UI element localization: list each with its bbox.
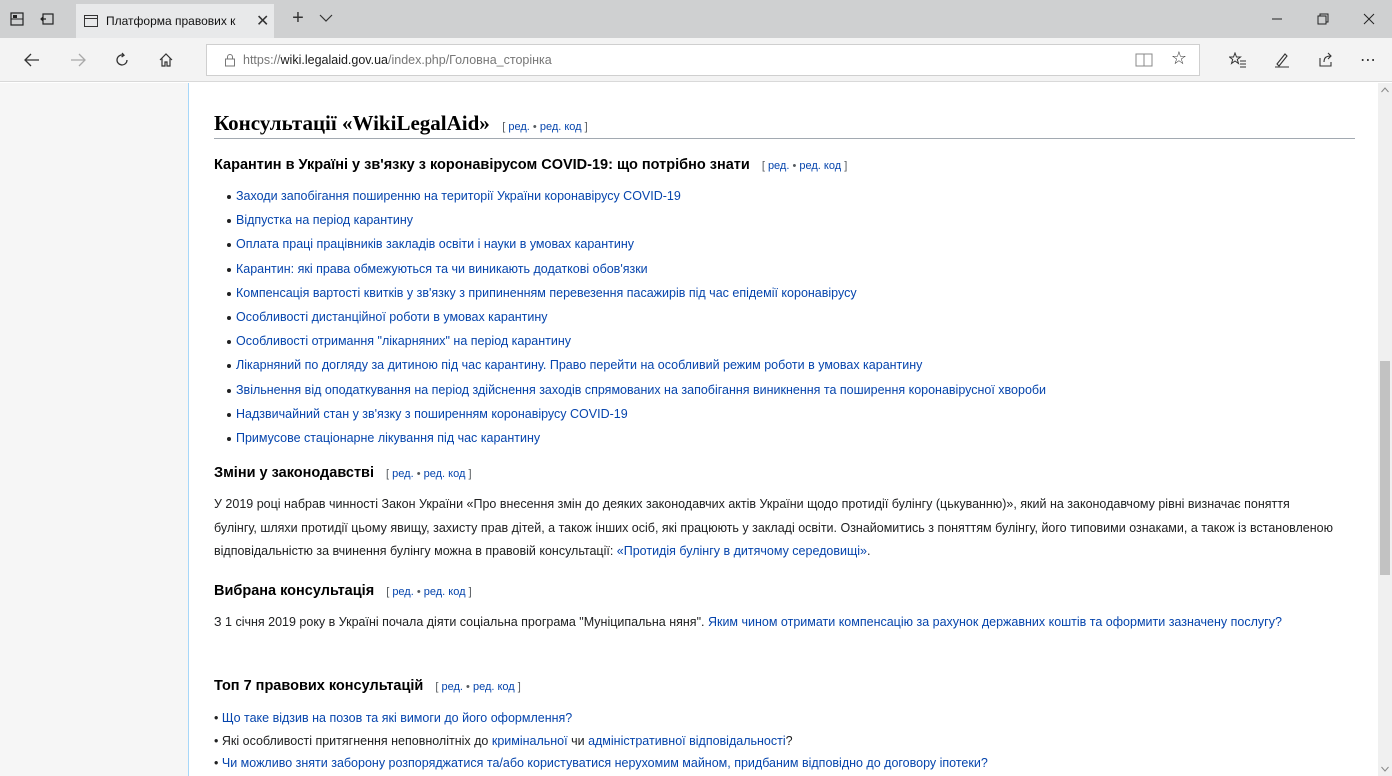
edit-section-links: [ ред. • ред. код ]	[435, 681, 521, 693]
consultation-link[interactable]: Особливості дистанційної роботи в умовах…	[236, 310, 548, 324]
edit-source-link[interactable]: ред. код	[540, 121, 582, 133]
bullying-consultation-link[interactable]: «Протидія булінгу в дитячому середовищі»	[617, 544, 867, 558]
pen-icon[interactable]	[1264, 44, 1300, 76]
title-bar: Платформа правових к ✕ +	[0, 0, 1392, 38]
legislation-paragraph: У 2019 році набрав чинності Закон Україн…	[214, 497, 1333, 558]
administrative-liability-link[interactable]: адміністративної відповідальності	[588, 734, 786, 748]
edit-link[interactable]: ред.	[508, 121, 529, 133]
home-icon[interactable]	[150, 44, 182, 76]
top7-heading: Топ 7 правових консультацій [ ред. • ред…	[214, 678, 521, 694]
consultation-link[interactable]: Компенсація вартості квитків у зв'язку з…	[236, 286, 857, 300]
list-item: Особливості дистанційної роботи в умовах…	[227, 305, 1046, 329]
scrollbar-thumb[interactable]	[1380, 361, 1390, 575]
share-icon[interactable]	[1308, 44, 1344, 76]
edit-link[interactable]: ред.	[392, 586, 413, 598]
back-arrow-icon[interactable]	[16, 44, 48, 76]
featured-paragraph: З 1 січня 2019 року в Україні почала дія…	[214, 615, 1282, 629]
star-icon[interactable]: ☆	[1171, 48, 1187, 69]
list-item: Оплата праці працівників закладів освіти…	[227, 232, 1046, 256]
edit-source-link[interactable]: ред. код	[473, 681, 515, 693]
page-viewport: Консультації «WikiLegalAid» [ ред. • ред…	[0, 83, 1378, 776]
featured-heading: Вибрана консультація [ ред. • ред. код ]	[214, 583, 472, 599]
list-item: Відпустка на період карантину	[227, 208, 1046, 232]
scroll-up-icon[interactable]	[1378, 83, 1392, 97]
refresh-icon[interactable]	[106, 44, 138, 76]
edit-section-links: [ ред. • ред. код ]	[502, 121, 588, 133]
list-item: • Чи можливо зняти заборону розпоряджати…	[214, 756, 988, 770]
list-item: • Які особливості притягнення неповноліт…	[214, 733, 793, 748]
content-area: Консультації «WikiLegalAid» [ ред. • ред…	[188, 83, 1378, 776]
consultation-link[interactable]: Що таке відзив на позов та які вимоги до…	[222, 711, 572, 725]
consultation-link[interactable]: Заходи запобігання поширенню на територі…	[236, 189, 681, 203]
list-item: Надзвичайний стан у зв'язку з поширенням…	[227, 402, 1046, 426]
list-item: Примусове стаціонарне лікування під час …	[227, 426, 1046, 450]
main-heading: Консультації «WikiLegalAid» [ ред. • ред…	[214, 111, 1355, 139]
quarantine-heading: Карантин в Україні у зв'язку з коронавір…	[214, 157, 848, 173]
criminal-liability-link[interactable]: кримінальної	[492, 734, 568, 748]
top7-list: • Що таке відзив на позов та які вимоги …	[214, 707, 988, 775]
list-item: Компенсація вартості квитків у зв'язку з…	[227, 281, 1046, 305]
plus-icon[interactable]: +	[286, 8, 310, 28]
list-item: Карантин: які права обмежуються та чи ви…	[227, 257, 1046, 281]
browser-tab[interactable]: Платформа правових к ✕	[76, 4, 274, 38]
restore-icon[interactable]	[1300, 0, 1346, 38]
legislation-heading: Зміни у законодавстві [ ред. • ред. код …	[214, 465, 472, 481]
page-icon	[84, 15, 98, 27]
consultation-link[interactable]: Надзвичайний стан у зв'язку з поширенням…	[236, 407, 628, 421]
consultation-link[interactable]: Лікарняний по догляду за дитиною під час…	[236, 358, 922, 372]
lock-icon	[217, 45, 243, 75]
close-icon[interactable]	[1346, 0, 1392, 38]
list-item: • Що таке відзив на позов та які вимоги …	[214, 711, 573, 725]
list-item: Звільнення від оподаткування на період з…	[227, 378, 1046, 402]
edit-section-links: [ ред. • ред. код ]	[761, 160, 848, 172]
consultation-link[interactable]: Відпустка на період карантину	[236, 213, 413, 227]
back-tabs-icon[interactable]	[34, 0, 60, 38]
consultation-link[interactable]: Примусове стаціонарне лікування під час …	[236, 431, 540, 445]
consultation-link[interactable]: Особливості отримання "лікарняних" на пе…	[236, 334, 571, 348]
close-icon[interactable]: ✕	[256, 11, 269, 31]
sidebar-background	[0, 83, 188, 776]
edit-link[interactable]: ред.	[442, 681, 463, 693]
minimize-icon[interactable]	[1254, 0, 1300, 38]
edit-section-links: [ ред. • ред. код ]	[386, 586, 472, 598]
edit-section-links: [ ред. • ред. код ]	[386, 468, 472, 480]
edit-link[interactable]: ред.	[392, 468, 413, 480]
more-icon[interactable]: ⋯	[1350, 44, 1386, 76]
reading-view-icon[interactable]	[1135, 52, 1153, 68]
address-bar[interactable]: https://wiki.legalaid.gov.ua/index.php/Г…	[206, 44, 1200, 76]
consultation-link[interactable]: Чи можливо зняти заборону розпоряджатися…	[222, 756, 988, 770]
scroll-down-icon[interactable]	[1378, 762, 1392, 776]
chevron-down-icon[interactable]	[318, 10, 338, 28]
quarantine-links-list: Заходи запобігання поширенню на територі…	[227, 184, 1046, 450]
edit-source-link[interactable]: ред. код	[424, 468, 466, 480]
list-item: Лікарняний по догляду за дитиною під час…	[227, 353, 1046, 377]
edit-source-link[interactable]: ред. код	[799, 160, 841, 172]
consultation-link[interactable]: Оплата праці працівників закладів освіти…	[236, 237, 634, 251]
list-item: Заходи запобігання поширенню на територі…	[227, 184, 1046, 208]
list-item: Особливості отримання "лікарняних" на пе…	[227, 329, 1046, 353]
forward-arrow-icon[interactable]	[62, 44, 94, 76]
favorites-icon[interactable]	[1220, 44, 1256, 76]
edit-link[interactable]: ред.	[768, 160, 789, 172]
tabs-aside-icon[interactable]	[4, 0, 30, 38]
vertical-scrollbar[interactable]	[1378, 83, 1392, 776]
url-text: https://wiki.legalaid.gov.ua/index.php/Г…	[243, 53, 552, 67]
edit-source-link[interactable]: ред. код	[424, 586, 466, 598]
tab-title: Платформа правових к	[106, 14, 236, 28]
consultation-link[interactable]: Карантин: які права обмежуються та чи ви…	[236, 262, 648, 276]
navigation-bar: https://wiki.legalaid.gov.ua/index.php/Г…	[0, 38, 1392, 82]
page-heading: Консультації «WikiLegalAid»	[214, 111, 490, 135]
consultation-link[interactable]: Звільнення від оподаткування на період з…	[236, 383, 1046, 397]
featured-consultation-link[interactable]: Яким чином отримати компенсацію за рахун…	[708, 615, 1282, 629]
